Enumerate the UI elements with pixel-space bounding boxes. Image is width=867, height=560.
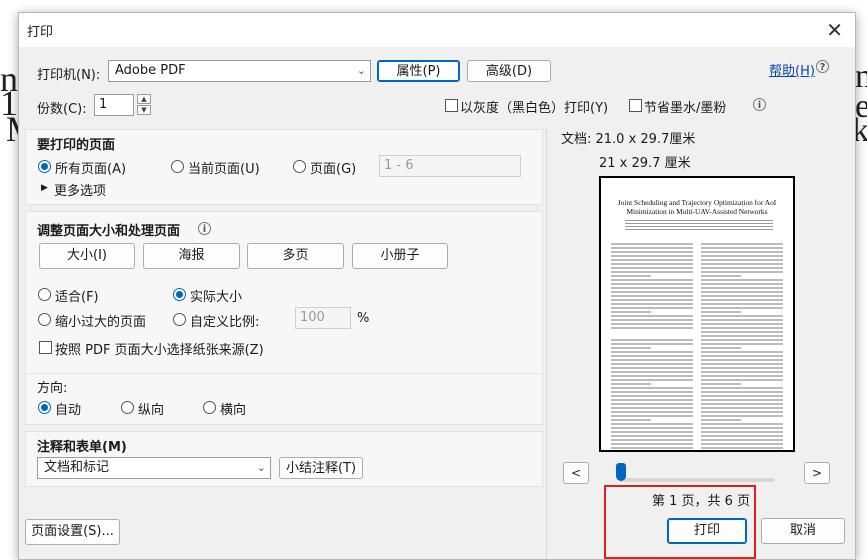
page-slider-track[interactable] — [619, 478, 774, 482]
grayscale-checkbox[interactable] — [445, 99, 458, 112]
printer-label: 打印机(N): — [37, 68, 101, 83]
fit-label: 适合(F) — [55, 290, 99, 305]
help-icon[interactable]: ? — [816, 60, 829, 73]
chevron-down-icon: ⌄ — [256, 461, 266, 474]
advanced-button[interactable]: 高级(D) — [467, 60, 551, 82]
chevron-down-icon: ⌄ — [356, 64, 366, 77]
cancel-button[interactable]: 取消 — [761, 518, 845, 544]
preview-text-columns — [611, 243, 783, 449]
tab-size[interactable]: 大小(I) — [39, 243, 135, 269]
pages-label: 页面(G) — [310, 162, 357, 177]
current-page-label: 当前页面(U) — [188, 162, 260, 177]
orientation-group — [25, 373, 543, 425]
copies-decrement[interactable]: ▼ — [137, 105, 151, 115]
comments-select-value: 文档和标记 — [44, 460, 110, 475]
orientation-portrait-radio[interactable] — [121, 401, 134, 414]
orientation-landscape-radio[interactable] — [203, 401, 216, 414]
next-page-button[interactable]: > — [804, 462, 830, 484]
percent-label: % — [357, 311, 370, 326]
all-pages-label: 所有页面(A) — [55, 162, 127, 177]
custom-scale-label: 自定义比例: — [190, 315, 260, 330]
comments-select[interactable]: 文档和标记 ⌄ — [37, 457, 271, 479]
help-link[interactable]: 帮助(H) — [769, 60, 815, 79]
pages-group-title: 要打印的页面 — [37, 138, 116, 153]
copies-input[interactable]: 1 — [94, 94, 134, 116]
title-bar: 打印 ✕ — [19, 13, 855, 47]
more-options-toggle[interactable]: 更多选项 — [54, 180, 106, 199]
orientation-title: 方向: — [37, 381, 68, 396]
printer-select-value: Adobe PDF — [115, 63, 186, 78]
grayscale-label: 以灰度（黑白色）打印(Y) — [460, 101, 609, 116]
printer-select[interactable]: Adobe PDF ⌄ — [108, 60, 371, 82]
preview-authors — [625, 220, 773, 230]
page-slider-thumb[interactable] — [616, 463, 626, 481]
copies-increment[interactable]: ▲ — [137, 94, 151, 104]
prev-page-button[interactable]: < — [563, 462, 589, 484]
properties-button[interactable]: 属性(P) — [377, 60, 460, 82]
print-preview-page: Joint Scheduling and Trajectory Optimiza… — [599, 176, 795, 452]
orientation-auto-radio[interactable] — [38, 401, 51, 414]
fit-radio[interactable] — [38, 288, 51, 301]
triangle-right-icon[interactable]: ▶ — [41, 183, 48, 193]
shrink-label: 缩小过大的页面 — [55, 315, 147, 330]
comments-title: 注释和表单(M) — [37, 440, 127, 455]
info-icon[interactable]: i — [753, 98, 766, 111]
actual-size-radio[interactable] — [173, 288, 186, 301]
all-pages-radio[interactable] — [38, 160, 51, 173]
orientation-landscape-label: 横向 — [220, 403, 247, 418]
preview-paper-title: Joint Scheduling and Trajectory Optimiza… — [617, 198, 777, 216]
actual-size-label: 实际大小 — [190, 290, 243, 305]
custom-scale-radio[interactable] — [173, 313, 186, 326]
save-ink-label: 节省墨水/墨粉 — [644, 101, 727, 116]
pages-range-input[interactable]: 1 - 6 — [379, 155, 521, 177]
preview-divider — [546, 129, 547, 559]
scale-input[interactable]: 100 — [295, 307, 351, 329]
save-ink-checkbox[interactable] — [629, 99, 642, 112]
choose-paper-label: 按照 PDF 页面大小选择纸张来源(Z) — [55, 343, 264, 358]
orientation-portrait-label: 纵向 — [138, 403, 165, 418]
paper-size: 21 x 29.7 厘米 — [599, 156, 691, 171]
tab-poster[interactable]: 海报 — [143, 243, 240, 269]
tab-booklet[interactable]: 小册子 — [352, 243, 448, 269]
tab-multiple[interactable]: 多页 — [247, 243, 344, 269]
print-dialog: 打印 ✕ 打印机(N): Adobe PDF ⌄ 属性(P) 高级(D) 帮助(… — [18, 12, 856, 560]
current-page-radio[interactable] — [171, 160, 184, 173]
orientation-auto-label: 自动 — [55, 403, 82, 418]
document-size: 文档: 21.0 x 29.7厘米 — [561, 132, 696, 147]
pages-radio[interactable] — [293, 160, 306, 173]
close-icon[interactable]: ✕ — [826, 18, 843, 42]
highlight-annotation — [604, 485, 756, 559]
page-sizing-title: 调整页面大小和处理页面 — [37, 224, 181, 239]
summarize-comments-button[interactable]: 小结注释(T) — [279, 457, 363, 479]
page-setup-button[interactable]: 页面设置(S)... — [25, 519, 120, 545]
dialog-title: 打印 — [27, 25, 54, 40]
choose-paper-checkbox[interactable] — [39, 341, 52, 354]
copies-label: 份数(C): — [37, 102, 87, 117]
info-icon[interactable]: i — [198, 222, 211, 235]
shrink-radio[interactable] — [38, 313, 51, 326]
